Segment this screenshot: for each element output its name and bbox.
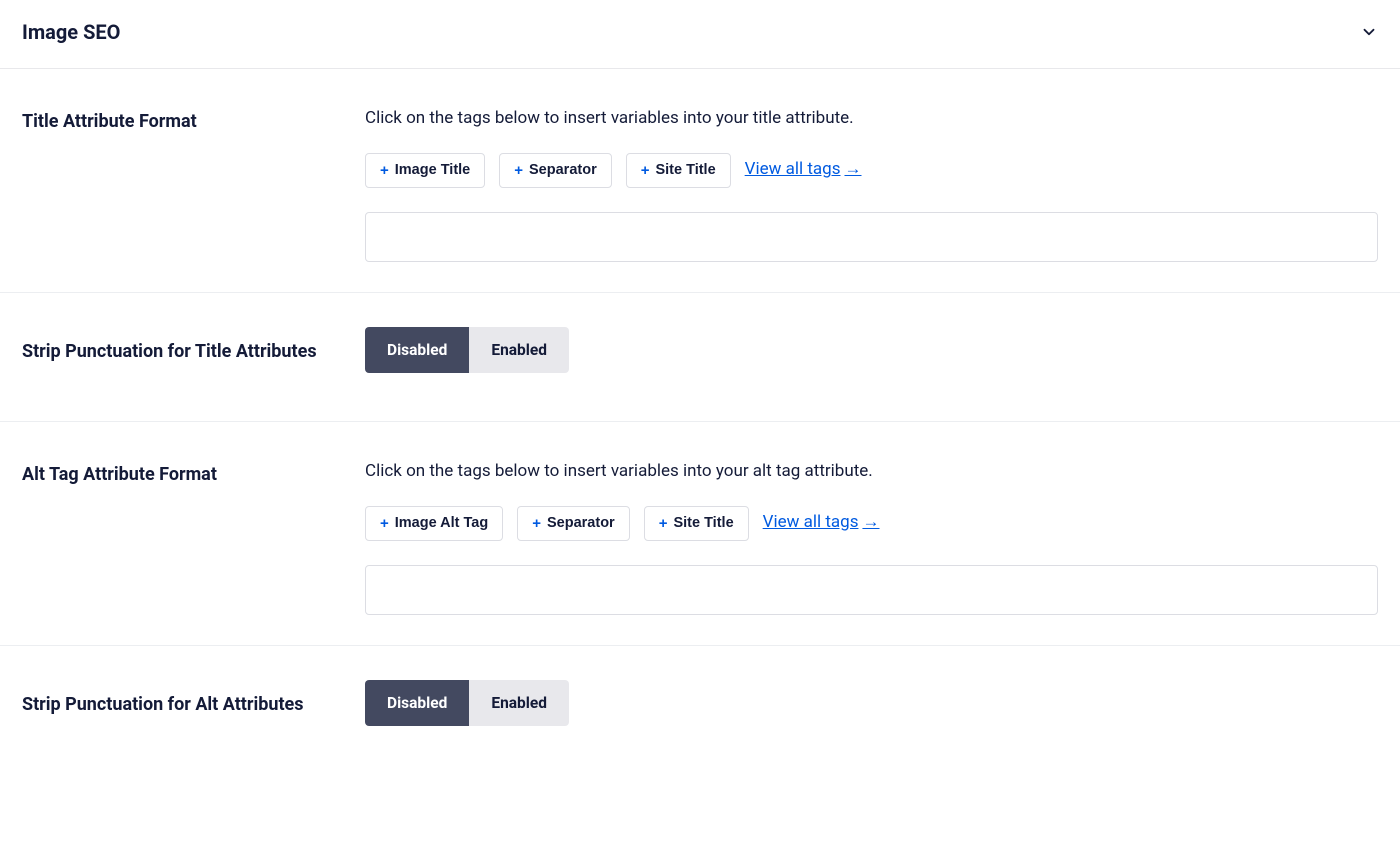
tag-label: Image Title (395, 162, 470, 178)
panel-header[interactable]: Image SEO (0, 0, 1400, 69)
help-text-title-format: Click on the tags below to insert variab… (365, 107, 1378, 131)
section-strip-punctuation-title: Strip Punctuation for Title Attributes D… (0, 293, 1400, 422)
label-strip-punctuation-title: Strip Punctuation for Title Attributes (22, 339, 365, 364)
toggle-strip-title: Disabled Enabled (365, 327, 569, 373)
view-all-tags-link[interactable]: View all tags → (763, 511, 880, 535)
plus-icon: + (659, 515, 668, 532)
help-text-alt-format: Click on the tags below to insert variab… (365, 460, 1378, 484)
plus-icon: + (532, 515, 541, 532)
tags-row-alt: + Image Alt Tag + Separator + Site Title… (365, 506, 1378, 541)
plus-icon: + (380, 515, 389, 532)
section-alt-tag-attribute-format: Alt Tag Attribute Format Click on the ta… (0, 422, 1400, 646)
toggle-enabled-button[interactable]: Enabled (469, 680, 569, 726)
arrow-right-icon: → (844, 158, 861, 182)
panel-title: Image SEO (22, 18, 120, 46)
label-strip-punctuation-alt: Strip Punctuation for Alt Attributes (22, 692, 365, 717)
tag-separator[interactable]: + Separator (499, 153, 611, 188)
tags-row-title: + Image Title + Separator + Site Title V… (365, 153, 1378, 188)
plus-icon: + (641, 162, 650, 179)
view-all-tags-link[interactable]: View all tags → (745, 158, 862, 182)
title-attribute-input[interactable] (365, 212, 1378, 262)
tag-image-alt-tag[interactable]: + Image Alt Tag (365, 506, 503, 541)
section-strip-punctuation-alt: Strip Punctuation for Alt Attributes Dis… (0, 646, 1400, 746)
section-title-attribute-format: Title Attribute Format Click on the tags… (0, 69, 1400, 293)
plus-icon: + (514, 162, 523, 179)
toggle-strip-alt: Disabled Enabled (365, 680, 569, 726)
label-alt-tag-attribute-format: Alt Tag Attribute Format (22, 462, 365, 487)
toggle-disabled-button[interactable]: Disabled (365, 327, 469, 373)
tag-image-title[interactable]: + Image Title (365, 153, 485, 188)
view-all-label: View all tags (763, 511, 859, 535)
view-all-label: View all tags (745, 158, 841, 182)
alt-attribute-input[interactable] (365, 565, 1378, 615)
image-seo-panel: Image SEO Title Attribute Format Click o… (0, 0, 1400, 746)
tag-label: Site Title (655, 162, 715, 178)
chevron-down-icon (1360, 23, 1378, 41)
arrow-right-icon: → (862, 511, 879, 535)
label-title-attribute-format: Title Attribute Format (22, 109, 365, 134)
tag-site-title[interactable]: + Site Title (644, 506, 749, 541)
plus-icon: + (380, 162, 389, 179)
tag-site-title[interactable]: + Site Title (626, 153, 731, 188)
tag-label: Separator (529, 162, 597, 178)
tag-label: Separator (547, 515, 615, 531)
toggle-disabled-button[interactable]: Disabled (365, 680, 469, 726)
tag-separator[interactable]: + Separator (517, 506, 629, 541)
tag-label: Image Alt Tag (395, 515, 488, 531)
toggle-enabled-button[interactable]: Enabled (469, 327, 569, 373)
tag-label: Site Title (673, 515, 733, 531)
